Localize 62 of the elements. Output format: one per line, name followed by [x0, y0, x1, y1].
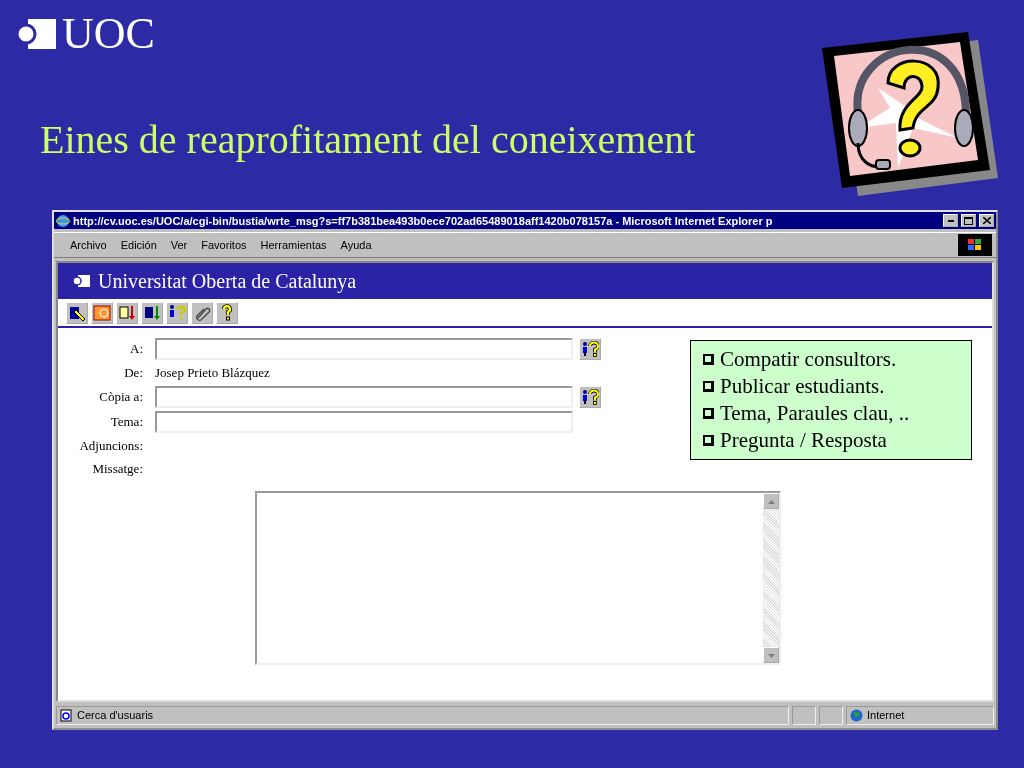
menu-item[interactable]: Herramientas [260, 239, 327, 251]
windows-flag-icon [968, 239, 982, 251]
minimize-icon [947, 219, 954, 222]
logo-mark-icon [72, 274, 90, 288]
up-arrow-icon [767, 499, 775, 504]
note-text: Compatir consultors. [720, 347, 897, 372]
scrollbar[interactable] [763, 493, 779, 663]
input-field[interactable] [155, 338, 573, 360]
field-label: Adjuncions: [78, 438, 143, 454]
page-icon [60, 708, 73, 722]
toolbar-button[interactable] [116, 301, 138, 324]
note-text: Tema, Paraules clau, .. [720, 401, 910, 426]
menu-item[interactable]: Favoritos [201, 239, 247, 251]
scroll-up-button[interactable] [763, 493, 779, 509]
browser-e-icon [56, 213, 70, 228]
status-text: Cerca d'usuaris [77, 709, 154, 721]
maximize-icon [964, 216, 973, 225]
maximize-button[interactable] [961, 214, 976, 227]
menu-item[interactable]: Ayuda [340, 239, 372, 251]
scroll-down-button[interactable] [763, 647, 779, 663]
field-label: A: [129, 341, 143, 357]
down-arrow-icon [767, 653, 775, 658]
field-label: De: [123, 365, 143, 381]
window-title: http://cv.uoc.es/UOC/a/cgi-bin/bustia/wrte_msg?s=ff7b381bea493b0ece702ad65489018aff1420b078157a - Microsoft Internet Explorer p [73, 214, 774, 227]
person-question-icon [581, 389, 599, 405]
slide-title: Eines de reaprofitament del coneixement [40, 116, 697, 163]
globe-icon [850, 708, 863, 722]
toolbar-button[interactable] [166, 301, 188, 324]
sender-name: Josep Prieto Blázquez [155, 365, 270, 381]
envelope-rings-icon [93, 303, 111, 322]
toolbar-button[interactable] [216, 301, 238, 324]
minimize-button[interactable] [943, 214, 958, 227]
folder-down-arrow-icon [143, 303, 161, 322]
logo-text: UOC [62, 12, 155, 56]
person-question-icon [581, 341, 599, 357]
input-field[interactable] [155, 411, 573, 433]
field-label: Còpia a: [98, 389, 143, 405]
input-field[interactable] [155, 386, 573, 408]
status-pane [819, 705, 843, 725]
field-label: Missatge: [91, 461, 143, 477]
menu-item[interactable]: Ver [170, 239, 188, 251]
status-pane [792, 705, 816, 725]
square-bullet-icon [703, 381, 714, 392]
note-text: Pregunta / Resposta [720, 428, 887, 453]
close-icon [982, 217, 991, 224]
person-question-icon [168, 303, 186, 322]
zone-text: Internet [867, 709, 905, 721]
square-bullet-icon [703, 354, 714, 365]
toolbar-button[interactable] [66, 301, 88, 324]
menu-item[interactable]: Archivo [70, 239, 107, 251]
note-text: Publicar estudiants. [720, 374, 885, 399]
menu-item[interactable]: Edición [120, 239, 157, 251]
toolbar-button[interactable] [141, 301, 163, 324]
document-down-arrow-icon [118, 303, 136, 322]
banner-title: Universitat Oberta de Catalunya [98, 269, 357, 293]
toolbar-button[interactable] [191, 301, 213, 324]
address-book-button[interactable] [579, 386, 601, 408]
field-label: Tema: [109, 414, 143, 430]
close-button[interactable] [979, 214, 994, 227]
address-book-button[interactable] [579, 338, 601, 360]
square-bullet-icon [703, 408, 714, 419]
square-bullet-icon [703, 435, 714, 446]
